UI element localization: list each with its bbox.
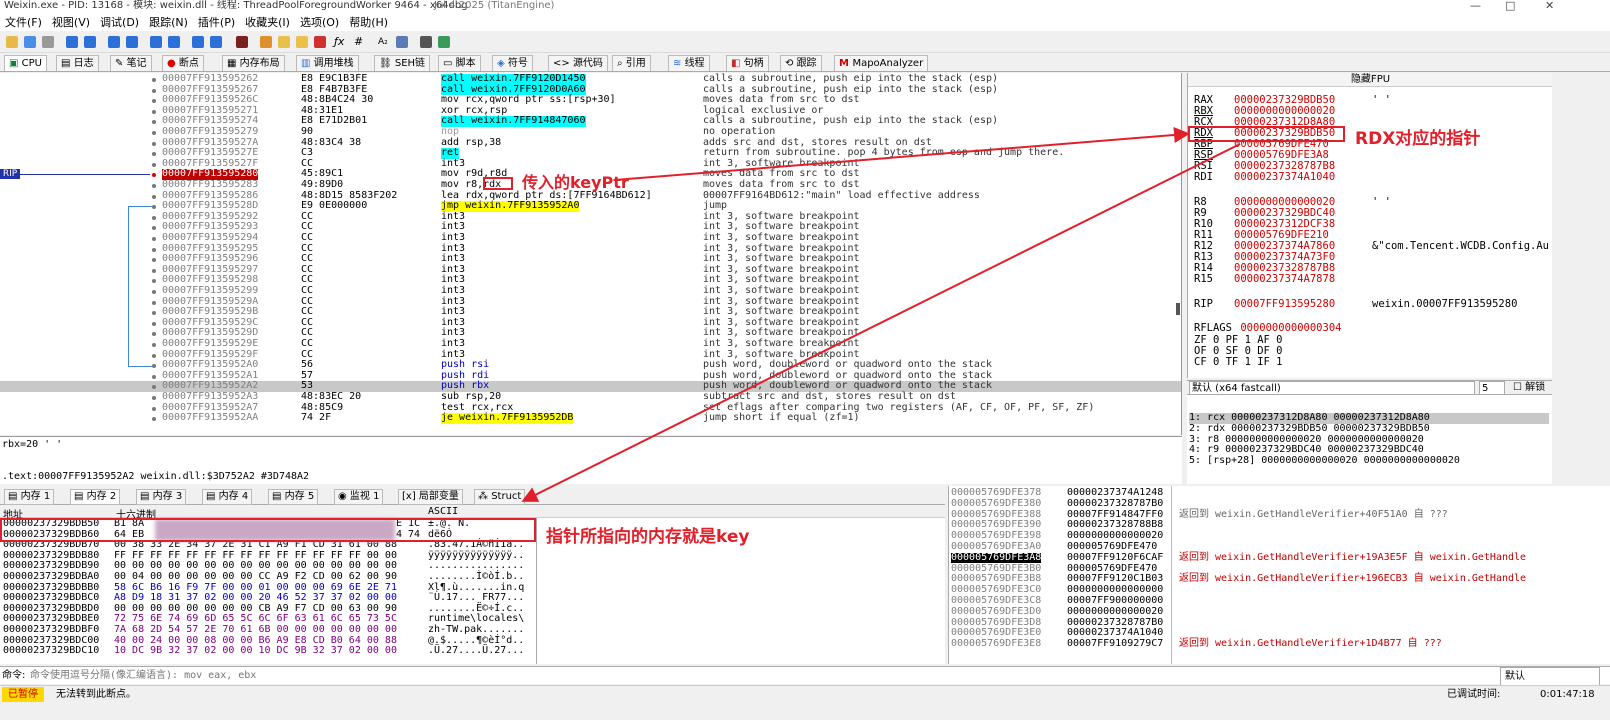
arrow-to-memory	[521, 143, 1241, 502]
annotation-arrows	[521, 126, 1241, 502]
arrow-to-rdx	[614, 126, 1190, 181]
